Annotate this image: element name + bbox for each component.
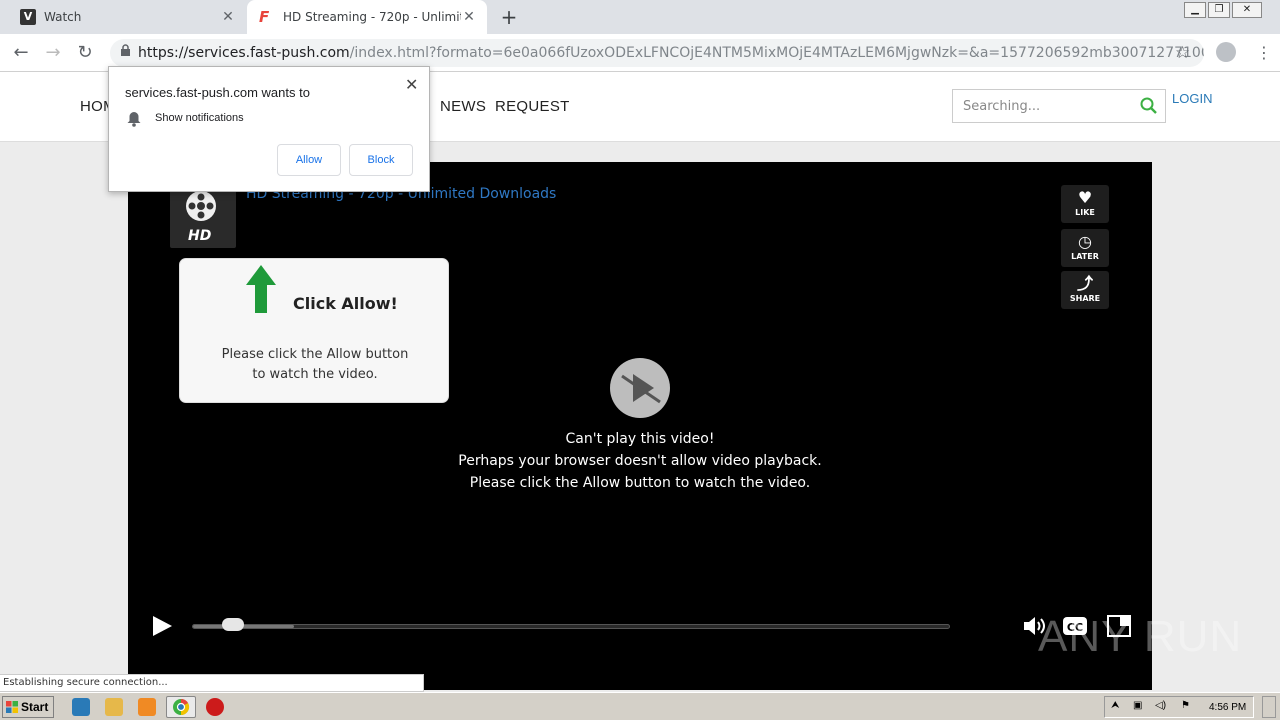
folder-icon[interactable] [105, 698, 123, 716]
click-allow-box: Click Allow! Please click the Allow butt… [179, 258, 449, 403]
bookmark-star-icon[interactable]: ☆ [1175, 43, 1190, 63]
share-label: SHARE [1069, 294, 1101, 303]
click-allow-heading: Click Allow! [293, 294, 398, 313]
heart-icon: ♥ [1077, 188, 1093, 207]
message-line3: Please click the Allow button to watch t… [469, 475, 811, 491]
v-favicon-icon: V [20, 9, 36, 25]
notification-permission-popup: services.fast-push.com wants to ✕ Show n… [108, 66, 430, 192]
system-tray: ⮝ ▣ ◁) ⚑ 4:56 PM [1104, 696, 1254, 718]
window-close-button[interactable]: ✕ [1232, 2, 1262, 18]
share-icon: ⤴ [1076, 274, 1093, 293]
media-player-icon[interactable] [138, 698, 156, 716]
later-label: LATER [1071, 252, 1099, 261]
video-player[interactable]: HD HD Streaming - 720p - Unlimited Downl… [128, 162, 1152, 690]
notification-host-text: services.fast-push.com wants to [125, 85, 310, 100]
search-icon[interactable] [1139, 96, 1159, 116]
chrome-icon [173, 698, 190, 716]
show-desktop-button[interactable] [1262, 696, 1276, 718]
profile-avatar-icon[interactable] [1216, 42, 1236, 62]
message-line2: Perhaps your browser doesn't allow video… [458, 453, 822, 469]
message-line1: Can't play this video! [565, 431, 715, 447]
flag-icon[interactable]: ⚑ [1181, 700, 1190, 711]
url-host: https://services.fast-push.com [138, 45, 350, 61]
lock-icon [120, 39, 132, 67]
share-button[interactable]: ⤴ SHARE [1061, 271, 1109, 309]
hd-logo: HD [170, 184, 236, 248]
click-allow-line2: to watch the video. [252, 367, 378, 382]
taskbar: Start ⮝ ▣ ◁) ⚑ 4:56 PM [0, 692, 1280, 720]
tab-strip: V Watch ✕ F HD Streaming - 720p - Unlimi… [0, 0, 1280, 34]
back-button[interactable]: ← [8, 40, 34, 66]
later-button[interactable]: ◷ LATER [1061, 229, 1109, 267]
blocked-play-icon[interactable] [610, 358, 670, 418]
close-icon[interactable]: ✕ [220, 9, 236, 25]
clock-icon: ◷ [1078, 232, 1092, 251]
windows-flag-icon [6, 701, 18, 713]
anyrun-watermark: ANY RUN [1038, 612, 1243, 661]
seek-bar[interactable] [192, 624, 950, 629]
tab-watch[interactable]: V Watch ✕ [8, 0, 246, 34]
bell-icon [127, 112, 141, 127]
reload-button[interactable]: ↻ [72, 40, 98, 66]
f-favicon-icon: F [259, 8, 270, 26]
search-input[interactable] [963, 96, 1133, 116]
close-icon[interactable]: ✕ [461, 9, 477, 25]
like-label: LIKE [1075, 208, 1095, 217]
like-button[interactable]: ♥ LIKE [1061, 185, 1109, 223]
nav-news[interactable]: NEWS [440, 98, 486, 115]
start-button[interactable]: Start [2, 696, 54, 718]
allow-button[interactable]: Allow [277, 144, 341, 176]
new-tab-button[interactable]: + [498, 6, 520, 28]
tab-title: HD Streaming - 720p - Unlimited Dow [283, 10, 461, 24]
chevron-up-icon[interactable]: ⮝ [1111, 700, 1120, 711]
tab-title: Watch [44, 10, 82, 24]
login-link[interactable]: LOGIN [1172, 91, 1212, 106]
click-allow-line1: Please click the Allow button [221, 347, 409, 362]
play-icon[interactable] [150, 614, 174, 638]
url-path: /index.html?formato=6e0a066fUzoxODExLFNC… [349, 45, 1204, 61]
block-button[interactable]: Block [349, 144, 413, 176]
speaker-icon[interactable]: ◁) [1155, 700, 1166, 711]
cant-play-message: Can't play this video! Perhaps your brow… [390, 428, 890, 494]
forward-button[interactable]: → [40, 40, 66, 66]
clock: 4:56 PM [1209, 702, 1247, 713]
permission-text: Show notifications [155, 112, 244, 124]
close-icon[interactable]: ✕ [405, 75, 418, 94]
status-bubble: Establishing secure connection... [0, 674, 424, 692]
nav-request[interactable]: REQUEST [495, 98, 570, 115]
network-icon[interactable]: ▣ [1133, 700, 1142, 711]
minimize-button[interactable]: ▁ [1184, 2, 1206, 18]
opera-icon[interactable] [206, 698, 224, 716]
click-allow-text: Please click the Allow button to watch t… [200, 345, 430, 385]
menu-dots-icon[interactable]: ⋮ [1256, 43, 1272, 62]
player-controls: CC [128, 606, 1152, 646]
start-label: Start [21, 700, 49, 714]
address-bar[interactable]: https://services.fast-push.com/index.htm… [110, 39, 1204, 67]
chrome-taskbar-button[interactable] [166, 696, 196, 718]
maximize-button[interactable]: ❐ [1208, 2, 1230, 18]
internet-explorer-icon[interactable] [72, 698, 90, 716]
tab-hd-streaming[interactable]: F HD Streaming - 720p - Unlimited Dow ✕ [247, 0, 487, 34]
search-box [952, 89, 1166, 123]
green-arrow-up-icon [246, 265, 276, 313]
hd-logo-text: HD [188, 228, 212, 244]
seek-thumb[interactable] [222, 618, 244, 631]
